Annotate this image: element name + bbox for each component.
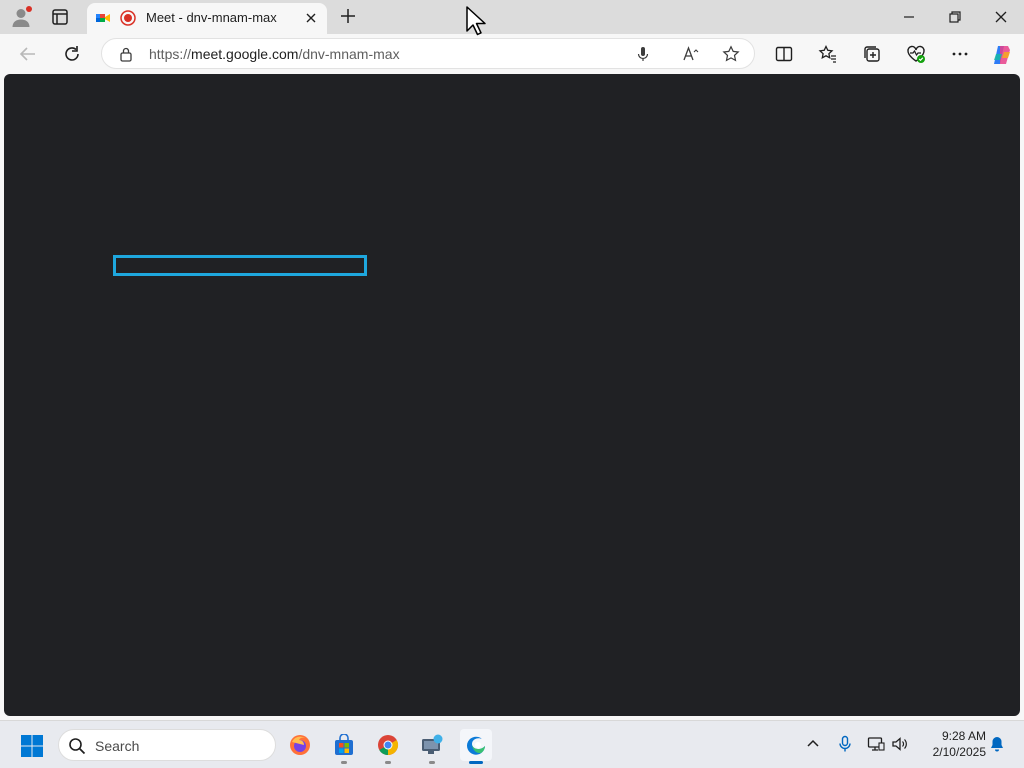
favorite-star-icon[interactable] [722, 45, 740, 63]
windows-start-icon[interactable] [20, 734, 44, 758]
restore-button[interactable] [944, 6, 966, 28]
close-tab-icon[interactable] [303, 10, 319, 26]
show-hidden-icons-chevron-up-icon[interactable] [804, 735, 822, 753]
chrome-icon [378, 735, 399, 756]
active-indicator [469, 761, 483, 764]
lock-icon[interactable] [118, 46, 134, 62]
clock-date: 2/10/2025 [932, 745, 986, 759]
collections-icon[interactable] [862, 44, 882, 64]
read-aloud-icon[interactable] [682, 45, 700, 63]
tab-meet[interactable]: Meet - dnv-mnam-max [87, 3, 327, 34]
edge-icon [467, 736, 485, 755]
profile-icon[interactable] [10, 6, 32, 28]
taskbar-remote-desktop[interactable] [416, 729, 448, 764]
browser-toolbar: https://meet.google.com/dnv-mnam-max [0, 34, 1024, 74]
running-indicator [341, 761, 347, 764]
recording-indicator-icon [120, 10, 136, 26]
taskbar-edge[interactable] [460, 729, 492, 764]
taskbar: Search 9:28 AM 2/10/2025 [0, 720, 1024, 768]
firefox-icon [290, 735, 310, 755]
back-button[interactable] [17, 43, 39, 65]
favorites-icon[interactable] [818, 44, 838, 64]
notification-bell-icon[interactable] [988, 735, 1006, 753]
google-meet-icon [95, 10, 111, 26]
address-bar[interactable]: https://meet.google.com/dnv-mnam-max [101, 38, 755, 69]
remote-desktop-icon [422, 734, 443, 754]
split-screen-icon[interactable] [774, 44, 794, 64]
taskbar-chrome[interactable] [372, 729, 404, 764]
search-placeholder: Search [95, 738, 140, 754]
taskbar-search-box[interactable]: Search [58, 729, 276, 761]
running-indicator [429, 761, 435, 764]
running-indicator [385, 761, 391, 764]
taskbar-microsoft-store[interactable] [328, 729, 360, 764]
mouse-cursor-icon [465, 5, 487, 37]
refresh-button[interactable] [61, 43, 83, 65]
volume-icon[interactable] [891, 735, 909, 753]
url-scheme: https:// [149, 46, 192, 62]
microphone-icon[interactable] [634, 45, 652, 63]
microsoft-store-icon [335, 734, 353, 755]
network-icon[interactable] [867, 735, 885, 753]
search-icon [68, 737, 86, 755]
focused-element-outline[interactable] [113, 255, 367, 276]
url-host: meet.google.com [191, 46, 299, 62]
new-tab-button[interactable] [338, 6, 358, 26]
web-content [4, 74, 1020, 716]
browser-essentials-icon[interactable] [906, 44, 926, 64]
system-clock[interactable]: 9:28 AM 2/10/2025 [916, 728, 986, 760]
microphone-tray-icon[interactable] [836, 735, 854, 753]
url-path: /dnv-mnam-max [298, 46, 400, 62]
tab-actions-icon[interactable] [50, 7, 70, 27]
taskbar-firefox[interactable] [284, 729, 316, 761]
tab-title: Meet - dnv-mnam-max [146, 10, 277, 25]
tab-strip: Meet - dnv-mnam-max [0, 0, 1024, 34]
clock-time: 9:28 AM [941, 729, 986, 743]
minimize-button[interactable] [898, 6, 920, 28]
more-options-icon[interactable] [950, 44, 970, 64]
close-window-button[interactable] [990, 6, 1012, 28]
url-text: https://meet.google.com/dnv-mnam-max [149, 46, 400, 62]
copilot-icon[interactable] [991, 44, 1011, 64]
